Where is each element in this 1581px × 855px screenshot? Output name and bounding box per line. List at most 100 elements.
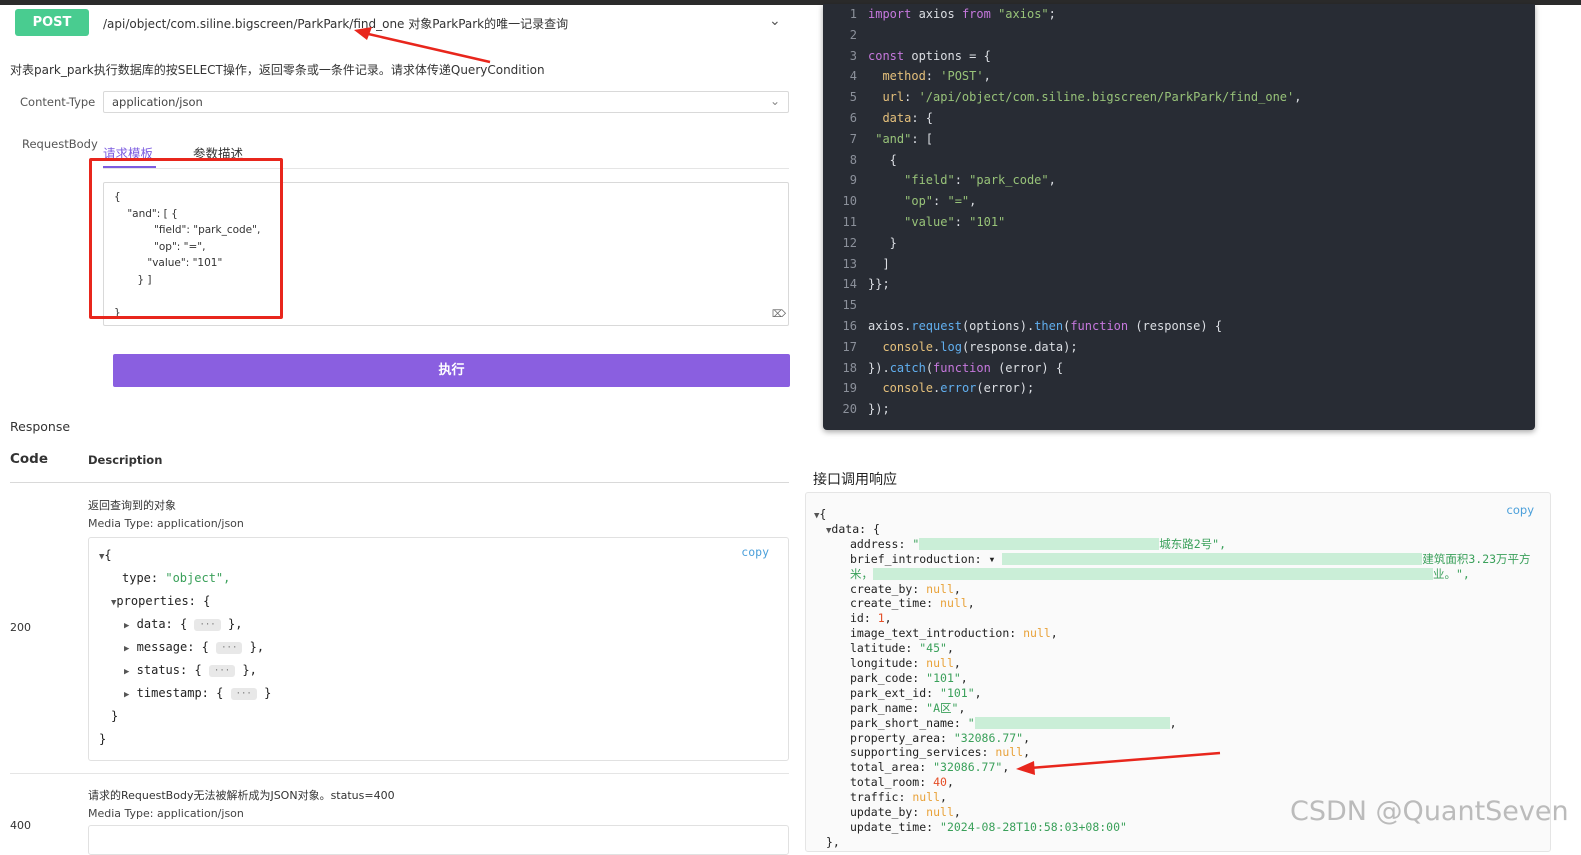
response-400-schema [88,825,789,855]
line-number: 4 [849,69,857,84]
json-token: { [819,507,827,521]
json-token: 城东路2号", [1159,536,1227,551]
json-line: update_by: null, [850,805,961,820]
json-token: image_text_introduction: [850,626,1024,641]
code-line: 10 "op": "=", [823,191,977,212]
response-code-200: 200 [10,621,31,634]
code-token: log [940,339,962,354]
line-number: 1 [849,7,857,21]
json-token: update_by: [850,805,927,819]
line-number: 11 [842,215,857,229]
code-line: 9 "field": "park_code", [823,170,1056,191]
schema-property-status[interactable]: ▶ status: { ··· }, [124,663,257,677]
response-400-description: 请求的RequestBody无法被解析成为JSON对象。status=400 [88,789,395,802]
code-token: '/api/object/com.siline.bigscreen/ParkPa… [918,90,1295,105]
json-line: brief_introduction: ▾ 建筑面积3.23万平方 [850,552,1531,567]
code-line: 14}}; [823,274,890,295]
schema-property-timestamp[interactable]: ▶ timestamp: { ··· } [124,686,271,700]
code-line: 4 method: 'POST', [823,66,991,87]
resize-handle-icon[interactable]: ⌦ [772,307,786,324]
code-token: , [1048,173,1056,188]
json-token: 米， [850,566,873,581]
code-token: "axios" [998,7,1049,21]
code-line: 6 data: { [823,108,933,129]
json-token: supporting_services: [850,745,996,760]
chevron-down-icon[interactable]: ⌄ [769,13,781,29]
execute-button[interactable]: 执行 [113,354,790,387]
schema-property-message[interactable]: ▶ message: { ··· }, [124,640,264,654]
line-number: 17 [842,339,857,354]
json-line: total_room: 40, [850,775,954,790]
request-body-label: RequestBody [22,137,98,151]
code-token: axios [911,7,962,21]
code-line: 12 } [823,233,897,254]
copy-button[interactable]: copy [741,545,769,559]
response-200-media-type: Media Type: application/json [88,517,244,530]
line-number: 8 [849,152,857,167]
code-line: 8 { [823,150,897,171]
json-line: create_by: null, [850,582,961,597]
json-line: total_area: "32086.77", [850,760,1009,775]
schema-properties-line[interactable]: ▼properties: { [111,594,210,608]
schema-root-line[interactable]: ▼{ [99,548,112,562]
json-line: traffic: null, [850,790,947,805]
code-token: }); [868,402,890,417]
response-200-description: 返回查询到的对象 [88,499,176,512]
json-line: park_code: "101", [850,671,968,686]
json-token: longitude: [850,656,927,670]
schema-close-inner: } [111,709,119,723]
code-line: 19 console.error(error); [823,378,1035,399]
http-method-badge[interactable]: POST [15,9,89,36]
json-token: traffic: [850,790,913,805]
caret-right-icon: ▶ [124,690,130,700]
json-token: "45" [919,641,947,656]
code-token: (response.data); [961,339,1078,354]
code-token: }}; [868,277,890,292]
json-token: , [958,700,966,715]
code-token: , [983,69,991,84]
line-number: 7 [849,131,857,146]
line-number: 12 [842,235,857,250]
content-type-select[interactable]: application/json ⌄ [103,91,789,113]
chevron-down-icon: ⌄ [769,94,780,108]
code-line: 18}).catch(function (error) { [823,358,1064,379]
content-type-value: application/json [112,95,203,109]
json-line[interactable]: ▼{ [814,507,826,524]
json-token: total_room: [850,775,934,790]
code-token: axios. [868,319,912,333]
line-number: 6 [849,111,857,125]
code-token: : [904,90,919,105]
json-token: property_area: [850,730,954,745]
json-token: "101" [926,670,961,685]
json-line: }, [826,835,840,850]
line-number: 20 [842,402,857,417]
code-token: "field" [868,173,955,188]
operation-description: 对表park_park执行数据库的按SELECT操作，返回零条或一条件记录。请求… [10,63,545,77]
json-token: }, [826,834,840,849]
schema-type-line: type: "object", [122,571,231,585]
line-number: 5 [849,90,857,105]
line-number: 18 [842,360,857,375]
code-token: "value" [868,215,955,229]
json-token: " [912,536,920,551]
code-token: }). [868,360,890,375]
caret-right-icon: ▶ [124,667,130,677]
code-token: request [911,319,962,333]
code-line: 20}); [823,399,890,420]
json-token: brief_introduction: [850,551,989,566]
code-token: function [1070,319,1129,333]
copy-button[interactable]: copy [1507,503,1534,517]
redacted-text [873,568,1433,581]
code-token: options = { [904,48,991,63]
json-token: create_time: [850,596,941,611]
json-token: latitude: [850,641,920,656]
json-token: , [946,641,954,656]
json-token: data: { [831,521,880,536]
line-number: 16 [842,319,857,333]
code-token: { [868,152,897,167]
code-token: : [954,173,970,188]
json-line: address: " 城东路2号", [850,537,1226,552]
schema-property-data[interactable]: ▶ data: { ··· }, [124,617,242,631]
json-token: "A区" [926,700,959,715]
